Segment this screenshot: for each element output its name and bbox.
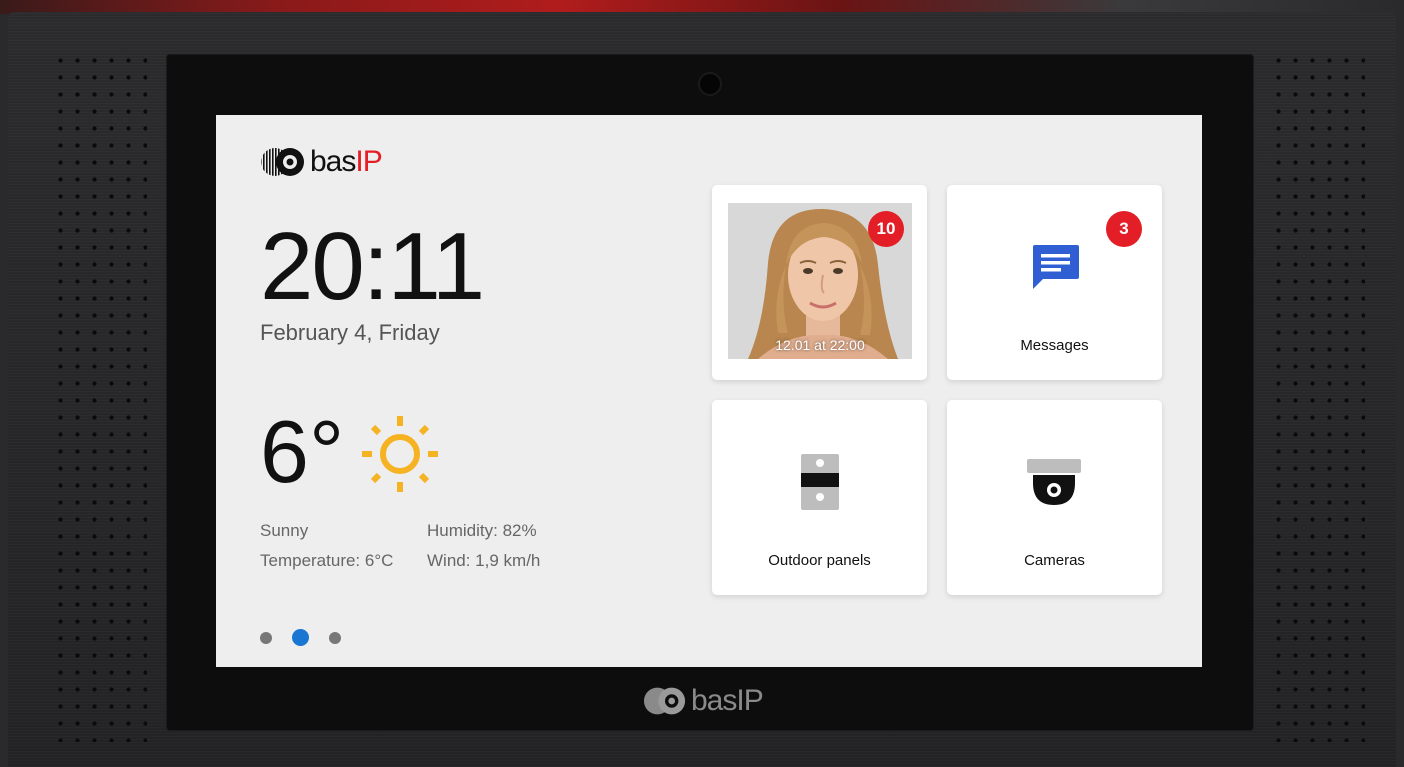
page-dot[interactable] — [260, 631, 272, 644]
page-indicator — [260, 629, 361, 646]
bezel-logo: basIP — [643, 684, 764, 717]
tile-outdoor-panels[interactable]: Outdoor panels — [712, 400, 927, 595]
tile-call-history[interactable]: 12.01 at 22:00 10 — [712, 185, 927, 380]
speaker-grille-left — [52, 52, 147, 742]
call-timestamp: 12.01 at 22:00 — [775, 337, 865, 353]
weather-humidity: Humidity: 82% — [427, 521, 537, 540]
dome-camera-icon — [1027, 459, 1081, 505]
camera-lens-icon — [700, 74, 720, 94]
clock-time: 20:11 — [260, 213, 485, 320]
message-icon — [1033, 245, 1079, 289]
tile-messages[interactable]: 3 Messages — [947, 185, 1162, 380]
basip-logo-icon — [643, 687, 686, 715]
weather-condition: Sunny — [260, 521, 309, 540]
weather-wind: Wind: 1,9 km/h — [427, 551, 541, 570]
tile-label-outdoor-panels: Outdoor panels — [768, 552, 871, 569]
speaker-grille-right — [1270, 52, 1365, 742]
tile-label-cameras: Cameras — [1024, 552, 1085, 569]
weather-temperature-detail: Temperature: 6°C — [260, 551, 394, 570]
missed-calls-badge: 10 — [868, 211, 904, 247]
unread-messages-badge: 3 — [1106, 211, 1142, 247]
clock-date: February 4, Friday — [260, 320, 440, 345]
sun-icon — [362, 416, 438, 492]
tile-cameras[interactable]: Cameras — [947, 400, 1162, 595]
brand-logo: basIP — [260, 145, 383, 179]
page-dot[interactable] — [329, 631, 341, 644]
outdoor-panel-icon — [801, 454, 839, 510]
bezel-brand-name: basIP — [691, 684, 764, 717]
brand-name: basIP — [310, 145, 383, 178]
page-dot-active[interactable] — [292, 629, 309, 646]
tile-label-messages: Messages — [1020, 337, 1089, 354]
basip-logo-icon — [261, 148, 304, 176]
weather-temperature: 6° — [260, 402, 345, 501]
home-screen: basIP 20:11 February 4, Friday 6° Sunny … — [216, 115, 1202, 667]
